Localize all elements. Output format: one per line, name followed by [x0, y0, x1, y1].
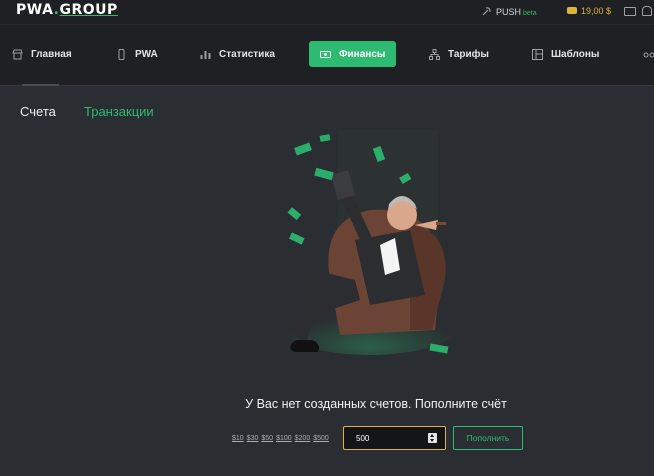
topup-button[interactable]: Пополнить [453, 426, 523, 450]
store-icon [12, 49, 23, 59]
balance-display[interactable]: 19,00 $ [567, 6, 611, 16]
mail-icon[interactable] [624, 7, 636, 16]
top-bar: PWA.GROUP PUSH beta 19,00 $ [0, 0, 654, 24]
nav-item-pwa[interactable]: PWA [116, 41, 158, 67]
logo-text-pwa: PWA [16, 2, 54, 18]
hierarchy-icon [429, 48, 440, 60]
tab-accounts[interactable]: Счета [20, 104, 56, 119]
chart-icon [200, 50, 211, 59]
nav-item-statistics[interactable]: Статистика [200, 41, 275, 67]
push-icon [482, 7, 491, 16]
nav-item-finance[interactable]: Финансы [309, 41, 397, 67]
wallet-icon [567, 7, 577, 14]
nav-label-home: Главная [31, 48, 72, 60]
main-nav: Главная PWA Статистика Финансы Тарифы Ша… [0, 24, 654, 86]
quick-amounts: $10 $30 $50 $100 $200 $500 [232, 435, 332, 442]
logo[interactable]: PWA.GROUP [16, 2, 118, 18]
amount-input[interactable]: 500 [343, 426, 446, 450]
phone-icon [118, 48, 125, 60]
godfather-illustration [280, 130, 460, 355]
push-link[interactable]: PUSH beta [482, 6, 537, 17]
beta-badge: beta [523, 10, 537, 17]
empty-accounts-message: У Вас нет созданных счетов. Пополните сч… [0, 397, 654, 411]
nav-label-templates: Шаблоны [551, 48, 600, 60]
nav-item-tariffs[interactable]: Тарифы [429, 41, 489, 67]
bell-icon[interactable] [642, 6, 652, 16]
quick-amount-500[interactable]: $500 [313, 435, 329, 442]
nav-label-tariffs: Тарифы [448, 48, 489, 60]
quick-amount-10[interactable]: $10 [232, 435, 244, 442]
nav-label-statistics: Статистика [219, 48, 275, 60]
nav-label-finance: Финансы [339, 48, 386, 60]
nav-label-pwa: PWA [135, 48, 158, 60]
balance-value: 19,00 $ [581, 6, 612, 16]
money-icon [320, 50, 331, 58]
nav-item-templates[interactable]: Шаблоны [532, 41, 599, 67]
more-nav-icon[interactable] [643, 52, 654, 58]
logo-text-group: GROUP [59, 2, 118, 18]
spinner-icon[interactable] [428, 433, 437, 443]
amount-value: 500 [356, 434, 370, 443]
tab-transactions[interactable]: Транзакции [84, 104, 154, 119]
quick-amount-100[interactable]: $100 [276, 435, 292, 442]
quick-amount-30[interactable]: $30 [247, 435, 259, 442]
nav-indicator [22, 84, 59, 86]
template-icon [532, 48, 543, 60]
empty-message-text: У Вас нет созданных счетов. Пополните сч… [245, 397, 507, 411]
quick-amount-50[interactable]: $50 [261, 435, 273, 442]
push-label: PUSH [496, 7, 522, 17]
quick-amount-200[interactable]: $200 [295, 435, 311, 442]
nav-item-home[interactable]: Главная [12, 41, 72, 67]
